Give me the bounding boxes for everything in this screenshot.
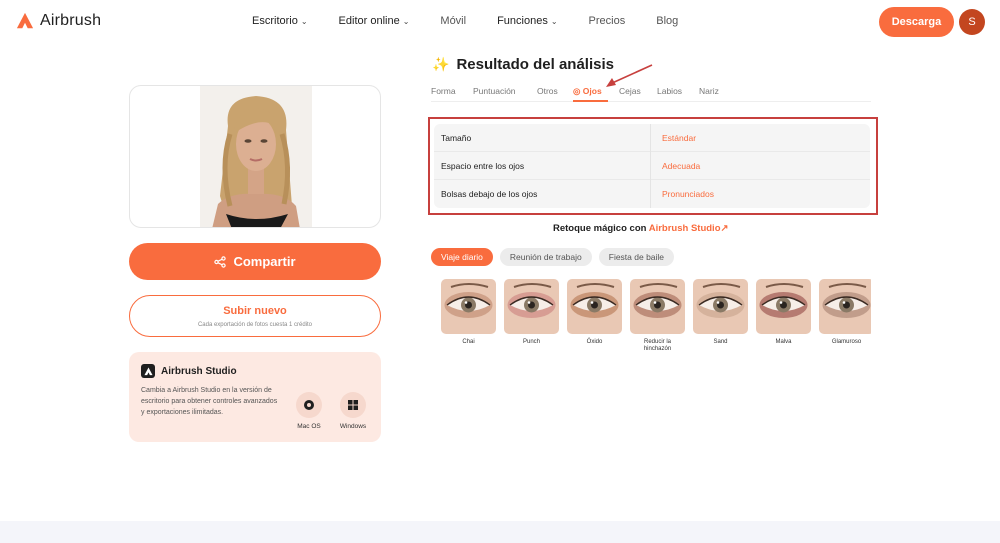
look-label: Reducir la hinchazón <box>643 339 672 352</box>
logo-text: Airbrush <box>40 12 102 29</box>
tab-nariz[interactable]: Nariz <box>699 86 719 96</box>
studio-title: Airbrush Studio <box>161 365 237 377</box>
look-item[interactable]: Glamuroso <box>819 279 871 346</box>
look-label: Óxido <box>586 339 603 345</box>
nav-label: Blog <box>656 15 679 27</box>
sparkle-icon: ✨ <box>432 56 450 72</box>
table-row: Tamaño Estándar <box>434 124 870 152</box>
share-icon <box>214 255 227 268</box>
macos-label: Mac OS <box>297 423 321 430</box>
nav-label: Funciones <box>497 15 548 27</box>
magic-prefix: Retoque mágico con <box>553 223 649 234</box>
chevron-down-icon: ⌄ <box>402 16 410 26</box>
look-label: Chai <box>462 339 475 345</box>
divider <box>650 180 651 208</box>
studio-header: Airbrush Studio <box>141 364 237 378</box>
tab-otros[interactable]: Otros <box>537 86 558 96</box>
look-item[interactable]: Óxido <box>567 279 622 346</box>
nav-movil[interactable]: Móvil <box>440 15 466 27</box>
footer-strip <box>0 521 1000 543</box>
tab-label: Ojos <box>582 86 602 96</box>
look-label: Glamuroso <box>831 339 862 345</box>
look-item[interactable]: Chai <box>441 279 496 346</box>
tab-forma[interactable]: Forma <box>431 86 456 96</box>
look-item[interactable]: Punch <box>504 279 559 346</box>
tab-puntuacion[interactable]: Puntuación <box>473 86 516 96</box>
airbrush-studio-link[interactable]: Airbrush Studio↗ <box>649 223 729 234</box>
nav-label: Móvil <box>440 15 467 27</box>
divider <box>650 124 651 152</box>
result-title: ✨ Resultado del análisis <box>432 56 614 73</box>
look-thumbnail <box>441 279 496 334</box>
look-item[interactable]: Reducir la hinchazón <box>630 279 685 353</box>
table-row: Bolsas debajo de los ojos Pronunciados <box>434 180 870 208</box>
look-item[interactable]: Sand <box>693 279 748 346</box>
magic-retouch-line: Retoque mágico con Airbrush Studio↗ <box>553 223 728 234</box>
look-label: Malva <box>775 339 792 345</box>
windows-icon <box>340 392 366 418</box>
upload-title: Subir nuevo <box>223 305 287 317</box>
uploaded-photo-card <box>129 85 381 228</box>
nav-label: Escritorio <box>252 15 298 27</box>
look-thumbnail <box>567 279 622 334</box>
table-row: Espacio entre los ojos Adecuada <box>434 152 870 180</box>
row-label: Tamaño <box>441 133 472 143</box>
makeup-looks-carousel: Chai Punch Óxido Reducir la hinchazón Sand Ma… <box>441 279 871 359</box>
eye-analysis-table: Tamaño Estándar Espacio entre los ojos A… <box>434 124 870 208</box>
chip-fiesta-de-baile[interactable]: Fiesta de baile <box>598 248 675 266</box>
windows-download[interactable]: Windows <box>333 392 373 430</box>
look-thumbnail <box>630 279 685 334</box>
look-label: Punch <box>522 339 540 345</box>
eye-icon: ◎ <box>573 86 583 96</box>
nav-escritorio[interactable]: Escritorio ⌄ <box>252 15 308 27</box>
nav-label: Precios <box>588 15 626 27</box>
row-label: Espacio entre los ojos <box>441 161 525 171</box>
studio-description: Cambia a Airbrush Studio en la versión d… <box>141 387 278 416</box>
divider <box>650 152 651 180</box>
row-value: Estándar <box>662 133 697 143</box>
download-button[interactable]: Descarga <box>879 7 954 37</box>
look-thumbnail <box>693 279 748 334</box>
upload-new-button[interactable]: Subir nuevo Cada exportación de fotos cu… <box>129 295 381 337</box>
logo[interactable]: Airbrush <box>16 12 101 30</box>
airbrush-logo-icon <box>16 12 34 29</box>
style-chips: Viaje diario Reunión de trabajo Fiesta d… <box>431 248 675 266</box>
annotation-arrow-icon <box>606 64 653 87</box>
look-thumbnail <box>756 279 811 334</box>
upload-subtitle: Cada exportación de fotos cuesta 1 crédi… <box>197 322 313 328</box>
share-label: Compartir <box>233 254 296 269</box>
look-item[interactable]: Malva <box>756 279 811 346</box>
row-value: Adecuada <box>662 161 701 171</box>
chip-reunion-de-trabajo[interactable]: Reunión de trabajo <box>499 248 592 266</box>
nav-editor-online[interactable]: Editor online ⌄ <box>339 15 410 27</box>
row-label: Bolsas debajo de los ojos <box>441 189 538 199</box>
look-thumbnail <box>504 279 559 334</box>
active-tab-indicator <box>573 100 608 102</box>
chevron-down-icon: ⌄ <box>300 16 308 26</box>
uploaded-photo <box>200 86 312 227</box>
result-title-text: Resultado del análisis <box>456 56 614 73</box>
top-header: Airbrush Escritorio ⌄ Editor online ⌄ Móvi… <box>0 0 1000 44</box>
avatar[interactable]: S <box>959 9 985 35</box>
macos-download[interactable]: Mac OS <box>289 392 329 430</box>
studio-promo-card: Airbrush Studio Cambia a Airbrush Studio… <box>129 352 381 442</box>
share-button[interactable]: Compartir <box>129 243 381 280</box>
portrait-illustration <box>200 86 312 227</box>
tab-labios[interactable]: Labios <box>657 86 682 96</box>
look-thumbnail <box>819 279 871 334</box>
chip-viaje-diario[interactable]: Viaje diario <box>431 248 493 266</box>
nav-precios[interactable]: Precios <box>589 15 626 27</box>
windows-label: Windows <box>339 423 367 430</box>
apple-icon <box>296 392 322 418</box>
nav-funciones[interactable]: Funciones ⌄ <box>497 15 557 27</box>
airbrush-studio-logo-icon <box>141 364 155 378</box>
row-value: Pronunciados <box>662 189 714 199</box>
nav-blog[interactable]: Blog <box>656 15 678 27</box>
main-nav: Escritorio ⌄ Editor online ⌄ Móvil Funcion… <box>252 15 709 27</box>
tab-ojos[interactable]: ◎ Ojos <box>573 86 602 97</box>
chevron-down-icon: ⌄ <box>550 16 558 26</box>
nav-label: Editor online <box>338 15 400 27</box>
look-label: Sand <box>713 339 728 345</box>
